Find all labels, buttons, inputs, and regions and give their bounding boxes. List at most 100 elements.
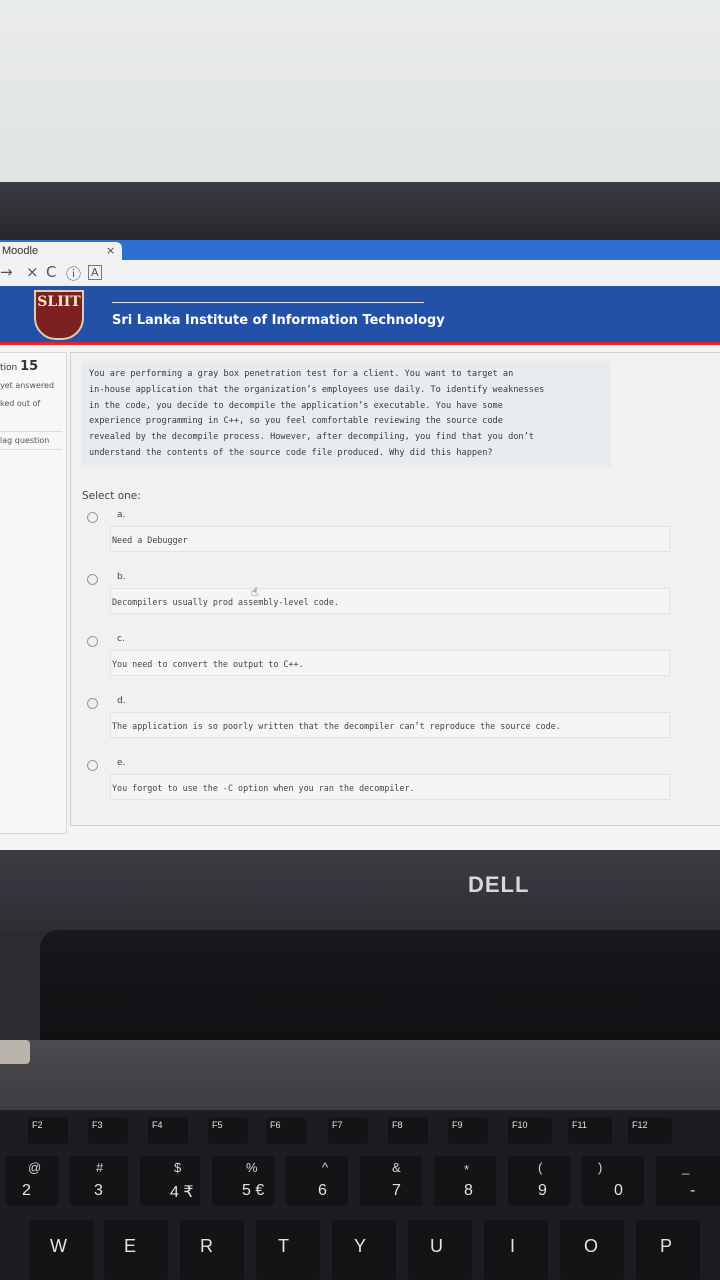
key-f7-label: F7: [332, 1120, 343, 1130]
key-6-label: 6: [318, 1182, 327, 1199]
tab-title: Moodle: [2, 245, 39, 257]
key-minus-label: -: [690, 1182, 696, 1199]
option-d-letter: d.: [117, 696, 126, 706]
option-c-letter: c.: [117, 634, 125, 644]
browser-tab[interactable]: Moodle ×: [0, 242, 122, 260]
key-f2[interactable]: F2: [28, 1118, 68, 1144]
key-u[interactable]: U: [408, 1220, 472, 1280]
option-c-radio[interactable]: [87, 636, 98, 647]
key-f12-label: F12: [632, 1120, 648, 1130]
option-d-text[interactable]: The application is so poorly written tha…: [110, 712, 670, 738]
stop-icon[interactable]: ×: [26, 263, 39, 281]
key-r[interactable]: R: [180, 1220, 244, 1280]
key-5[interactable]: % 5 €: [212, 1156, 274, 1206]
option-a-text[interactable]: Need a Debugger: [110, 526, 670, 552]
forward-icon[interactable]: →: [0, 263, 13, 281]
tab-close-icon[interactable]: ×: [106, 244, 115, 257]
key-f4-label: F4: [152, 1120, 163, 1130]
question-line: in-house application that the organizati…: [89, 384, 545, 395]
key-y[interactable]: Y: [332, 1220, 396, 1280]
site-header: SLIIT Sri Lanka Institute of Information…: [0, 286, 720, 345]
key-2-shift: @: [28, 1160, 42, 1175]
question-number-value: 15: [20, 359, 39, 374]
key-f6[interactable]: F6: [266, 1118, 306, 1144]
key-6-shift: ^: [322, 1160, 329, 1175]
question-line: experience programming in C++, so you fe…: [89, 416, 503, 427]
key-p[interactable]: P: [636, 1220, 700, 1280]
key-minus[interactable]: _ -: [656, 1156, 720, 1206]
key-f12[interactable]: F12: [628, 1118, 672, 1144]
laptop-latch: [0, 1040, 30, 1064]
key-4-shift: $: [174, 1160, 182, 1175]
question-label: tion: [0, 363, 18, 373]
key-2[interactable]: @ 2: [6, 1156, 58, 1206]
question-line: revealed by the decompile process. Howev…: [89, 432, 534, 443]
institute-name: Sri Lanka Institute of Information Techn…: [112, 313, 445, 328]
option-e-text[interactable]: You forgot to use the -C option when you…: [110, 774, 670, 800]
question-content: You are performing a gray box penetratio…: [70, 352, 720, 826]
laptop-screen: Moodle × → × C ⓘ A SLIIT Sri Lanka Insti…: [0, 240, 720, 852]
key-o[interactable]: O: [560, 1220, 624, 1280]
key-f10[interactable]: F10: [508, 1118, 552, 1144]
key-f9[interactable]: F9: [448, 1118, 488, 1144]
key-o-label: O: [584, 1236, 599, 1256]
option-e-radio[interactable]: [87, 760, 98, 771]
option-c-text[interactable]: You need to convert the output to C++.: [110, 650, 670, 676]
address-bar: → × C ⓘ A: [0, 260, 720, 286]
key-9[interactable]: ( 9: [508, 1156, 570, 1206]
key-f3-label: F3: [92, 1120, 103, 1130]
key-0-shift: ): [598, 1160, 603, 1175]
keyboard: F2 F3 F4 F5 F6 F7 F8 F9 F10 F11 F12 @ 2 …: [0, 1110, 720, 1280]
key-3-shift: #: [96, 1160, 104, 1175]
select-one-label: Select one:: [82, 490, 141, 502]
question-text: You are performing a gray box penetratio…: [81, 361, 611, 467]
key-r-label: R: [200, 1236, 213, 1256]
key-w[interactable]: W: [30, 1220, 94, 1280]
option-e-letter: e.: [117, 758, 126, 768]
key-u-label: U: [430, 1236, 443, 1256]
question-number: tion 15: [0, 359, 38, 374]
key-9-shift: (: [538, 1160, 543, 1175]
key-0-label: 0: [614, 1182, 623, 1199]
laptop-bezel-bottom: [0, 850, 720, 930]
key-3[interactable]: # 3: [70, 1156, 128, 1206]
option-d-radio[interactable]: [87, 698, 98, 709]
option-a-letter: a.: [117, 510, 126, 520]
question-marks: ked out of: [0, 399, 41, 408]
key-f4[interactable]: F4: [148, 1118, 188, 1144]
reload-icon[interactable]: C: [46, 263, 56, 281]
key-f11-label: F11: [572, 1120, 587, 1130]
option-b-letter: b.: [117, 572, 126, 582]
option-b-text[interactable]: Decompilers usually prod assembly-level …: [110, 588, 670, 614]
key-i-label: I: [510, 1236, 516, 1256]
key-f11[interactable]: F11: [568, 1118, 612, 1144]
question-line: in the code, you decide to decompile the…: [89, 400, 503, 411]
laptop-deck: [0, 1040, 720, 1120]
header-divider: [112, 302, 424, 303]
key-4[interactable]: $ 4 ₹: [140, 1156, 200, 1206]
reader-mode-icon[interactable]: A: [88, 265, 102, 280]
key-8[interactable]: * 8: [434, 1156, 496, 1206]
flag-question-link[interactable]: lag question: [0, 431, 62, 450]
key-minus-shift: _: [682, 1160, 690, 1175]
key-0[interactable]: ) 0: [582, 1156, 644, 1206]
mouse-cursor-icon: ☝: [251, 585, 259, 599]
wall-background: [0, 0, 720, 185]
key-f7[interactable]: F7: [328, 1118, 368, 1144]
key-f5[interactable]: F5: [208, 1118, 248, 1144]
key-7-shift: &: [392, 1160, 401, 1175]
key-7[interactable]: & 7: [360, 1156, 422, 1206]
key-f9-label: F9: [452, 1120, 463, 1130]
key-f3[interactable]: F3: [88, 1118, 128, 1144]
key-f8[interactable]: F8: [388, 1118, 428, 1144]
key-i[interactable]: I: [484, 1220, 548, 1280]
laptop-bezel-top: [0, 182, 720, 242]
option-a-radio[interactable]: [87, 512, 98, 523]
option-b-radio[interactable]: [87, 574, 98, 585]
key-6[interactable]: ^ 6: [286, 1156, 348, 1206]
key-t[interactable]: T: [256, 1220, 320, 1280]
key-8-label: 8: [464, 1182, 473, 1199]
key-e[interactable]: E: [104, 1220, 168, 1280]
site-info-icon[interactable]: ⓘ: [66, 263, 81, 284]
key-5-shift: %: [246, 1160, 258, 1175]
